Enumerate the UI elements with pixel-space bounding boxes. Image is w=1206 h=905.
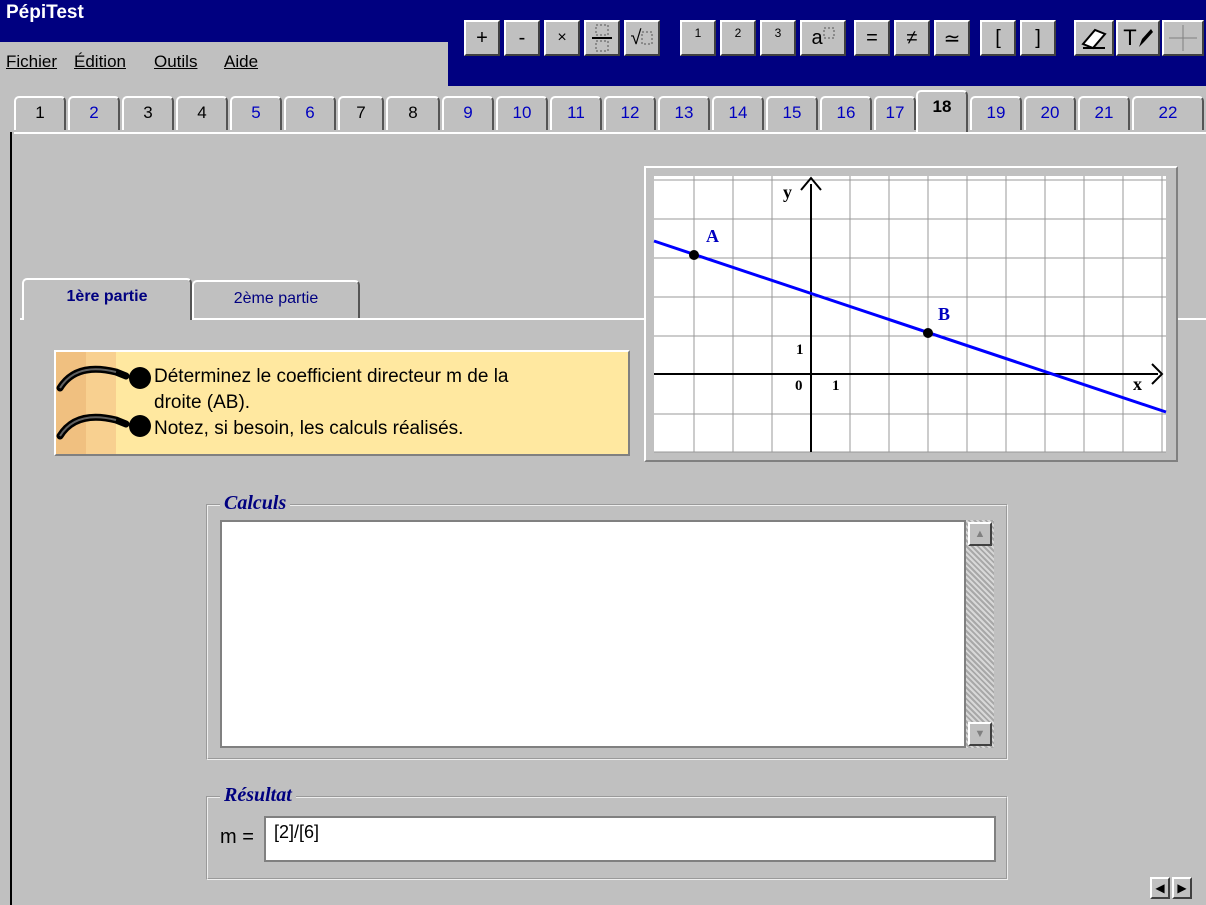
minus-button[interactable]: - <box>504 20 540 56</box>
tab-3[interactable]: 3 <box>122 96 174 130</box>
tab-19[interactable]: 19 <box>970 96 1022 130</box>
pen-icon <box>1138 29 1153 47</box>
bracket-open-button[interactable]: [ <box>980 20 1016 56</box>
point-a <box>689 250 699 260</box>
point-a-label: A <box>706 226 719 246</box>
eraser-button[interactable] <box>1074 20 1114 56</box>
exponent-1-button[interactable]: 1 <box>680 20 716 56</box>
origin-label: 0 <box>795 378 803 394</box>
times-button[interactable]: × <box>544 20 580 56</box>
equals-button[interactable]: = <box>854 20 890 56</box>
graph-panel: A B x y 0 1 1 <box>644 166 1178 462</box>
scroll-down-button[interactable]: ▼ <box>968 722 992 746</box>
tab-4[interactable]: 4 <box>176 96 228 130</box>
tab-9[interactable]: 9 <box>442 96 494 130</box>
not-equal-button[interactable]: ≠ <box>894 20 930 56</box>
tab-11[interactable]: 11 <box>550 96 602 130</box>
menu-edition[interactable]: Édition <box>74 52 126 72</box>
plus-button[interactable]: + <box>464 20 500 56</box>
power-button[interactable]: a <box>800 20 846 56</box>
resultat-legend: Résultat <box>220 784 296 807</box>
app-title: PépiTest <box>6 2 84 23</box>
x-axis-label: x <box>1133 374 1142 394</box>
bracket-close-button[interactable]: ] <box>1020 20 1056 56</box>
y-axis-label: y <box>783 182 792 202</box>
eraser-icon <box>1081 28 1107 50</box>
tab-21[interactable]: 21 <box>1078 96 1130 130</box>
tab-15[interactable]: 15 <box>766 96 818 130</box>
text-pen-button[interactable]: T <box>1116 20 1160 56</box>
scroll-up-button[interactable]: ▲ <box>968 522 992 546</box>
instruction-line-3: Notez, si besoin, les calculs réalisés. <box>154 418 464 439</box>
fraction-icon <box>592 24 612 52</box>
coordinate-graph: A B x y 0 1 1 <box>653 176 1167 453</box>
y-unit-label: 1 <box>796 342 804 358</box>
tab-18[interactable]: 18 <box>916 90 968 132</box>
exponent-2-button[interactable]: 2 <box>720 20 756 56</box>
exponent-3-button[interactable]: 3 <box>760 20 796 56</box>
tab-6[interactable]: 6 <box>284 96 336 130</box>
sqrt-button[interactable]: √ <box>624 20 660 56</box>
point-b-label: B <box>938 304 950 324</box>
tab-12[interactable]: 12 <box>604 96 656 130</box>
tab-2[interactable]: 2 <box>68 96 120 130</box>
tab-17[interactable]: 17 <box>874 96 916 130</box>
subtab-1ere-partie[interactable]: 1ère partie <box>22 278 192 320</box>
tab-7[interactable]: 7 <box>338 96 384 130</box>
x-unit-label: 1 <box>832 378 840 394</box>
menu-outils[interactable]: Outils <box>154 52 197 72</box>
tab-13[interactable]: 13 <box>658 96 710 130</box>
tab-10[interactable]: 10 <box>496 96 548 130</box>
placeholder-box-icon <box>641 31 653 45</box>
spiral-binding-icon <box>56 352 151 454</box>
tab-14[interactable]: 14 <box>712 96 764 130</box>
subtab-2eme-partie[interactable]: 2ème partie <box>192 280 360 318</box>
crosshair-button[interactable] <box>1162 20 1204 56</box>
instruction-box: Déterminez le coefficient directeur m de… <box>54 350 630 456</box>
prev-button[interactable]: ◀ <box>1150 877 1170 899</box>
instruction-text: Déterminez le coefficient directeur m de… <box>154 364 508 442</box>
tab-22[interactable]: 22 <box>1132 96 1204 130</box>
tab-20[interactable]: 20 <box>1024 96 1076 130</box>
tab-16[interactable]: 16 <box>820 96 872 130</box>
tab-1[interactable]: 1 <box>14 96 66 130</box>
placeholder-box-icon <box>823 27 835 39</box>
fraction-button[interactable] <box>584 20 620 56</box>
next-button[interactable]: ▶ <box>1172 877 1192 899</box>
m-label: m = <box>220 826 254 848</box>
instruction-line-2: droite (AB). <box>154 392 251 413</box>
calculs-textarea[interactable] <box>220 520 966 748</box>
calculs-legend: Calculs <box>220 492 291 515</box>
point-b <box>923 328 933 338</box>
tab-5[interactable]: 5 <box>230 96 282 130</box>
window-left-border <box>10 132 12 905</box>
tab-8[interactable]: 8 <box>386 96 440 130</box>
question-tab-strip: 1 2 3 4 5 6 7 8 9 10 11 12 13 14 15 16 1… <box>14 90 1206 134</box>
calculs-scrollbar[interactable]: ▲ ▼ <box>966 520 994 748</box>
menu-aide[interactable]: Aide <box>224 52 258 72</box>
menu-bar: Fichier Édition Outils Aide <box>0 42 448 86</box>
crosshair-icon <box>1169 25 1197 51</box>
approx-button[interactable]: ≃ <box>934 20 970 56</box>
instruction-line-1: Déterminez le coefficient directeur m de… <box>154 366 509 387</box>
menu-fichier[interactable]: Fichier <box>6 52 57 72</box>
result-input[interactable]: [2]/[6] <box>264 816 996 862</box>
